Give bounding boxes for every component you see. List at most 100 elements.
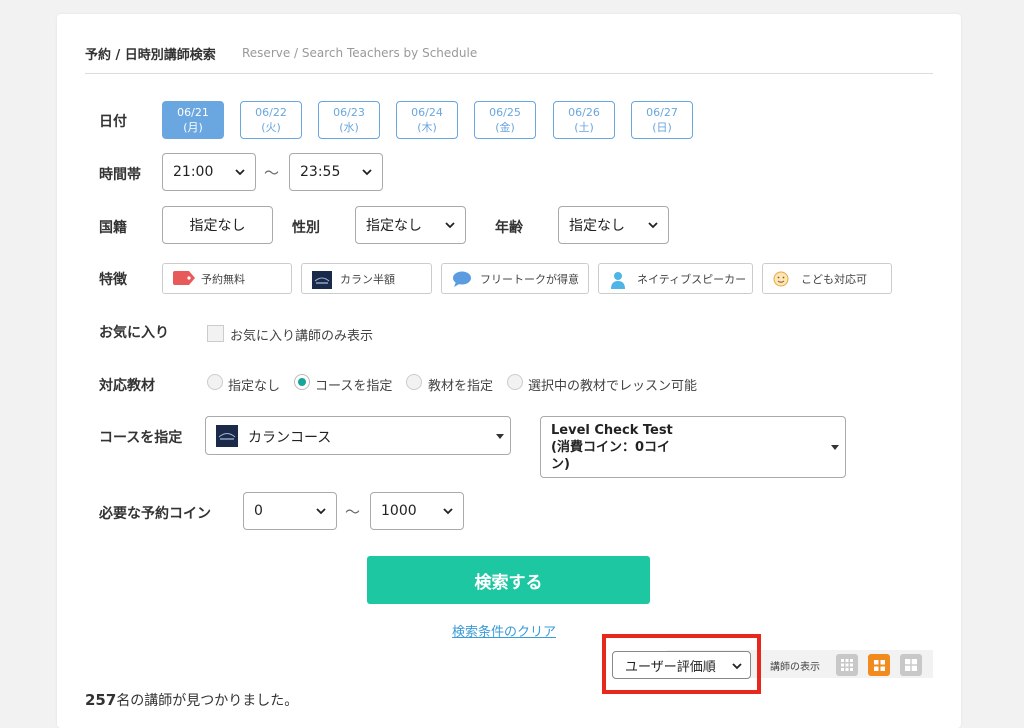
feature-kids-ok[interactable]: こども対応可 — [762, 263, 892, 294]
day-text: (火) — [261, 121, 281, 134]
day-text: (月) — [183, 121, 203, 134]
favorite-checkbox[interactable] — [207, 325, 224, 342]
material-option-label: コースを指定 — [315, 379, 393, 394]
feature-native-speaker[interactable]: ネイティブスピーカー — [598, 263, 753, 294]
age-value: 指定なし — [569, 218, 625, 234]
chevron-down-icon — [362, 169, 372, 176]
date-button-0626[interactable]: 06/26 (土) — [553, 101, 615, 139]
grid-medium-icon — [873, 659, 885, 671]
chevron-down-icon — [443, 508, 453, 515]
feature-free-talk[interactable]: フリートークが得意 — [441, 263, 589, 294]
level-select[interactable]: Level Check Test (消費コイン：0コイ ン) — [540, 416, 846, 478]
day-text: (水) — [339, 121, 359, 134]
grid-small-icon — [841, 659, 853, 671]
favorite-checkbox-label: お気に入り講師のみ表示 — [230, 329, 374, 344]
date-text: 06/26 — [568, 106, 600, 119]
date-button-0627[interactable]: 06/27 (日) — [631, 101, 693, 139]
chevron-down-icon — [445, 222, 455, 229]
date-button-0625[interactable]: 06/25 (金) — [474, 101, 536, 139]
date-text: 06/23 — [333, 106, 365, 119]
feature-callan-half-price[interactable]: カラン半額 — [301, 263, 432, 294]
material-radio-textbook[interactable] — [406, 374, 422, 390]
speech-bubble-icon — [452, 271, 472, 287]
date-button-0621[interactable]: 06/21 (月) — [162, 101, 224, 139]
course-select[interactable]: カランコース — [205, 416, 511, 455]
chevron-down-icon — [235, 169, 245, 176]
gender-select[interactable]: 指定なし — [355, 206, 466, 244]
date-button-0622[interactable]: 06/22 (火) — [240, 101, 302, 139]
date-text: 06/21 — [177, 106, 209, 119]
coins-from-select[interactable]: 0 — [243, 492, 337, 530]
result-count: 257 — [85, 691, 117, 709]
feature-label: カラン半額 — [340, 272, 395, 286]
course-label: コースを指定 — [99, 430, 183, 446]
date-text: 06/27 — [646, 106, 678, 119]
date-text: 06/24 — [411, 106, 443, 119]
coins-to-value: 1000 — [381, 503, 417, 519]
material-radio-selected-textbook[interactable] — [507, 374, 523, 390]
date-text: 06/25 — [489, 106, 521, 119]
coins-from-value: 0 — [254, 503, 263, 519]
day-text: (日) — [652, 121, 672, 134]
callan-logo-icon — [312, 270, 332, 289]
page-header: 予約 / 日時別講師検索 Reserve / Search Teachers b… — [85, 42, 933, 74]
clear-conditions-link[interactable]: 検索条件のクリア — [452, 621, 556, 640]
time-to-select[interactable]: 23:55 — [289, 153, 383, 191]
result-text: 名の講師が見つかりました。 — [116, 693, 299, 709]
gender-label: 性別 — [292, 220, 320, 236]
callan-logo-icon — [216, 425, 238, 451]
material-label: 対応教材 — [99, 378, 155, 394]
nationality-select[interactable]: 指定なし — [162, 206, 273, 244]
time-from-value: 21:00 — [173, 164, 214, 180]
person-icon — [609, 271, 629, 289]
day-text: (金) — [495, 121, 515, 134]
grid-large-icon — [905, 659, 917, 671]
smiley-icon — [773, 271, 793, 287]
chevron-down-icon — [316, 508, 326, 515]
material-radio-course[interactable] — [294, 374, 310, 390]
search-button[interactable]: 検索する — [367, 556, 650, 604]
time-from-select[interactable]: 21:00 — [162, 153, 256, 191]
material-option-label: 指定なし — [228, 379, 281, 394]
coins-label: 必要な予約コイン — [99, 506, 211, 522]
favorite-label: お気に入り — [99, 325, 169, 341]
chevron-down-icon — [648, 222, 658, 229]
nationality-label: 国籍 — [99, 220, 127, 236]
highlight-box — [602, 634, 761, 694]
day-text: (木) — [417, 121, 437, 134]
time-separator: 〜 — [264, 164, 280, 182]
date-label: 日付 — [99, 114, 127, 130]
time-label: 時間帯 — [99, 167, 141, 183]
view-medium-button[interactable] — [868, 654, 890, 676]
feature-label: 予約無料 — [201, 272, 245, 286]
view-label: 講師の表示 — [770, 662, 820, 673]
time-to-value: 23:55 — [300, 164, 341, 180]
material-radio-none[interactable] — [207, 374, 223, 390]
feature-free-reservation[interactable]: 予約無料 — [162, 263, 292, 294]
level-line-1: Level Check Test — [551, 423, 673, 438]
date-button-0623[interactable]: 06/23 (水) — [318, 101, 380, 139]
feature-label: こども対応可 — [801, 272, 867, 286]
coins-to-select[interactable]: 1000 — [370, 492, 464, 530]
date-text: 06/22 — [255, 106, 287, 119]
material-option-label: 教材を指定 — [428, 379, 494, 394]
result-summary: 257名の講師が見つかりました。 — [85, 690, 298, 710]
view-large-button[interactable] — [900, 654, 922, 676]
date-button-0624[interactable]: 06/24 (木) — [396, 101, 458, 139]
nationality-value: 指定なし — [189, 218, 246, 234]
feature-label: フリートークが得意 — [480, 272, 579, 286]
view-list-button[interactable] — [836, 654, 858, 676]
level-line-3: ン) — [551, 457, 570, 472]
material-option-label: 選択中の教材でレッスン可能 — [528, 379, 698, 394]
search-card: 予約 / 日時別講師検索 Reserve / Search Teachers b… — [57, 14, 961, 728]
age-label: 年齢 — [495, 220, 523, 236]
age-select[interactable]: 指定なし — [558, 206, 669, 244]
page-subtitle: Reserve / Search Teachers by Schedule — [242, 46, 478, 60]
gender-value: 指定なし — [366, 218, 422, 234]
caret-down-icon — [831, 445, 839, 450]
features-label: 特徴 — [99, 272, 127, 288]
day-text: (土) — [574, 121, 594, 134]
coins-separator: 〜 — [345, 503, 361, 521]
level-line-2: (消費コイン：0コイ — [551, 440, 670, 455]
course-selected-value: カランコース — [248, 430, 332, 446]
